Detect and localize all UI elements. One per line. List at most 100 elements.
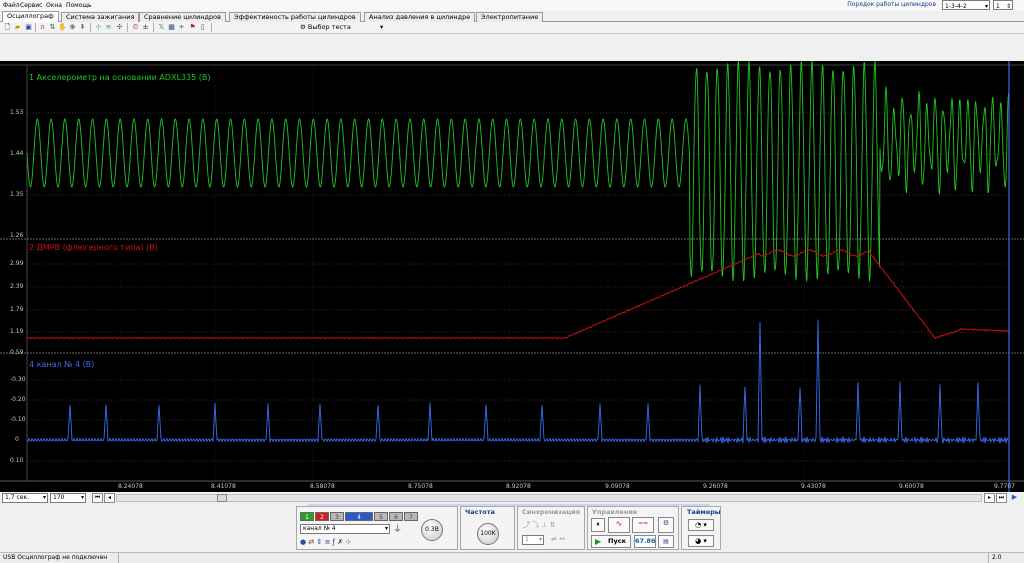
scroll-track[interactable] [116, 494, 982, 502]
tab-ignition[interactable]: Система зажигания [61, 12, 140, 22]
toolbar-divider [35, 23, 36, 32]
timer-2-button[interactable]: ◕ ▾ [688, 535, 714, 547]
sync-title: Синхронизация [522, 508, 580, 516]
marker-icon[interactable]: ⚑ [188, 23, 197, 32]
menu-service[interactable]: Сервис [20, 2, 42, 9]
cursor-icon[interactable]: ⇅ [48, 23, 57, 32]
spectrum-icon[interactable]: ✣ [115, 23, 124, 32]
start-button[interactable]: ▶ Пуск [591, 535, 631, 548]
channel-1-button[interactable]: 1 [300, 512, 314, 521]
ch1-tick: 1.35 [10, 191, 24, 198]
function-icon[interactable]: ƒ [333, 538, 335, 546]
divide-icon[interactable]: ÷ [177, 23, 186, 32]
filter-icon[interactable]: ≋ [104, 23, 113, 32]
volts-knob[interactable]: 0.3В [421, 519, 443, 541]
time-per-div-select[interactable]: 1,7 сек. ▾ [2, 493, 48, 503]
new-file-icon[interactable]: 🗋 [3, 23, 12, 32]
ch2-tick: 1.19 [10, 328, 24, 335]
sync-channel-select[interactable]: 1 ▾ [522, 535, 544, 545]
auto-icon[interactable]: ⇄ [308, 538, 314, 546]
settings-icon[interactable]: ⊹ [345, 538, 351, 546]
page-icon[interactable]: ▯ [198, 23, 207, 32]
cylinder-order-value: 1-3-4-2 [945, 3, 967, 10]
tab-pressure-analysis[interactable]: Анализ давления в цилиндре [364, 12, 476, 22]
timers-title: Таймеры [687, 508, 721, 516]
channel-select[interactable]: канал № 4 ▾ [300, 524, 390, 534]
zoom-select[interactable]: 170 ▾ [50, 493, 86, 503]
record-mode-button[interactable]: ⚙ [658, 517, 674, 533]
magnet-icon[interactable]: ∩ [38, 23, 47, 32]
timer-1-button[interactable]: ◔ ▾ [688, 519, 714, 531]
measure-icon[interactable]: ⊹ [94, 23, 103, 32]
menu-file[interactable]: Файл [3, 2, 20, 9]
tab-oscilloscope[interactable]: Осциллограф [2, 11, 59, 22]
ch4-tick: 0 [15, 436, 19, 443]
cylinder-count-spinner[interactable]: 1 ⇕ [993, 0, 1013, 10]
ch1-tick: 1.44 [10, 150, 24, 157]
fit-icon[interactable]: ⇞ [78, 23, 87, 32]
multi-wave-button[interactable]: ≈≈ [632, 517, 654, 533]
channel-2-button[interactable]: 2 [315, 512, 329, 521]
rate-display: 67.86 [634, 535, 656, 548]
sync-level-icons[interactable]: ⇌ ↔ [551, 535, 565, 543]
pause-button[interactable]: ⏸ [591, 518, 605, 532]
table-icon[interactable]: ▦ [167, 23, 176, 32]
eye-icon[interactable]: ● [300, 538, 306, 546]
ch2-tick: 0.59 [10, 349, 24, 356]
cylinder-order-select[interactable]: 1-3-4-2 ▾ [942, 0, 990, 10]
channel-3-button[interactable]: 3 [330, 512, 344, 521]
tab-cylinder-efficiency[interactable]: Эффективность работы цилиндров [229, 12, 361, 22]
zoom-icon[interactable]: ⊕ [68, 23, 77, 32]
oscilloscope-plot[interactable] [0, 61, 1024, 492]
open-folder-icon[interactable]: ▰ [13, 23, 22, 32]
control-title: Управление [592, 508, 638, 516]
probe-icon[interactable]: ⏚ [393, 522, 402, 535]
time-tick: 8.41078 [211, 483, 236, 490]
fps-button[interactable]: ▤ [658, 535, 674, 548]
exponent-icon[interactable]: ± [141, 23, 150, 32]
play-scroll-icon[interactable]: ▶ [1009, 493, 1020, 503]
test-select-button[interactable]: ⚙ Выбор теста ▾ [300, 22, 390, 33]
toolbar-divider [127, 23, 128, 32]
save-icon[interactable]: ▣ [24, 23, 33, 32]
ch4-tick: 0.10 [10, 457, 24, 464]
updown-icon[interactable]: ⇕ [316, 538, 322, 546]
timer-icon[interactable]: ⏲ [131, 23, 140, 32]
channel-4-button[interactable]: 4 [345, 512, 373, 521]
channel-7-button[interactable]: 7 [404, 512, 418, 521]
channel-5-button[interactable]: 5 [374, 512, 388, 521]
scroll-start-button[interactable]: ⏮ [92, 493, 103, 503]
tab-bar: Осциллограф Система зажигания Сравнение … [0, 11, 1024, 22]
menu-help[interactable]: Помощь [66, 2, 92, 9]
tab-power[interactable]: Электропитание [476, 12, 544, 22]
channel-6-button[interactable]: 6 [389, 512, 403, 521]
list-icon[interactable]: ≡ [325, 538, 331, 546]
hand-icon[interactable]: ✋ [58, 23, 67, 32]
run-control-panel: Управление ⏸ ∿ ≈≈ ⚙ ▶ Пуск 67.86 ▤ [587, 506, 679, 550]
control-panel: 1 2 3 4 5 6 7 канал № 4 ▾ ⏚ 0.3В ● ⇄ ⇕ ≡… [0, 504, 1024, 552]
math-icon[interactable]: 𝕏 [157, 23, 166, 32]
test-icon: ⚙ [300, 23, 306, 31]
scroll-end-button[interactable]: ⏭ [996, 493, 1007, 503]
version-label: 2.0 [992, 554, 1002, 561]
sine-mode-button[interactable]: ∿ [608, 517, 630, 533]
tab-cylinder-compare[interactable]: Сравнение цилиндров [139, 12, 226, 22]
time-tick: 8.92078 [506, 483, 531, 490]
scroll-right-button[interactable]: ▸ [984, 493, 995, 503]
chevron-down-icon: ▾ [380, 23, 384, 31]
tools-icon[interactable]: ✗ [337, 538, 343, 546]
frequency-knob[interactable]: 100K [477, 523, 499, 545]
menu-windows[interactable]: Окна [46, 2, 62, 9]
status-message: USB Осциллограф не подключен [3, 554, 108, 561]
sync-panel: Синхронизация ⤴ ⤵ ⊥ ⇅ 1 ▾ ⇌ ↔ [517, 506, 585, 550]
menu-bar: Файл Сервис Окна Помощь Порядок работы ц… [0, 0, 1024, 11]
chevron-down-icon: ▾ [42, 494, 46, 501]
time-tick: 9.60078 [899, 483, 924, 490]
ch2-tick: 1.79 [10, 306, 24, 313]
sync-mode-icons[interactable]: ⤴ ⤵ ⊥ ⇅ [523, 520, 556, 530]
scroll-thumb[interactable] [217, 494, 227, 502]
chevron-down-icon: ▾ [80, 494, 84, 501]
scroll-left-button[interactable]: ◂ [104, 493, 115, 503]
ch2-tick: 2.39 [10, 283, 24, 290]
time-scroll-bar: 1,7 сек. ▾ 170 ▾ ⏮ ◂ ▸ ⏭ ▶ [0, 492, 1024, 504]
